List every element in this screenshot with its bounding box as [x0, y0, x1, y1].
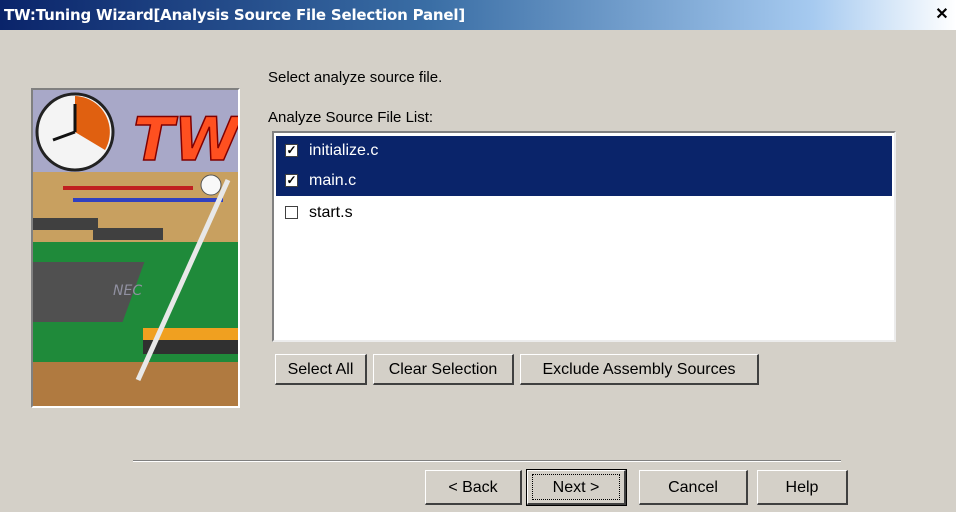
file-name: initialize.c — [309, 142, 379, 159]
back-button[interactable]: < Back — [425, 470, 522, 505]
clear-selection-label: Clear Selection — [388, 361, 498, 378]
list-item[interactable]: ✓ initialize.c — [276, 136, 892, 166]
circuit-board-illustration: TW NEC — [33, 90, 238, 406]
instruction-text: Select analyze source file. — [268, 69, 443, 86]
next-button[interactable]: Next > — [526, 469, 627, 506]
select-all-button[interactable]: Select All — [275, 354, 367, 385]
source-file-list[interactable]: ✓ initialize.c ✓ main.c start.s — [272, 131, 896, 342]
file-name: main.c — [309, 172, 357, 189]
back-label: < Back — [448, 479, 498, 496]
exclude-assembly-sources-button[interactable]: Exclude Assembly Sources — [520, 354, 759, 385]
focus-rectangle — [532, 474, 620, 500]
cancel-label: Cancel — [668, 479, 718, 496]
clear-selection-button[interactable]: Clear Selection — [373, 354, 514, 385]
svg-text:NEC: NEC — [113, 283, 142, 299]
title-bar: TW:Tuning Wizard[Analysis Source File Se… — [0, 0, 956, 30]
file-name: start.s — [309, 204, 353, 221]
file-checkbox[interactable]: ✓ — [285, 174, 298, 187]
exclude-assembly-sources-label: Exclude Assembly Sources — [542, 361, 736, 378]
cancel-button[interactable]: Cancel — [639, 470, 748, 505]
window-title: TW:Tuning Wizard[Analysis Source File Se… — [4, 6, 465, 24]
wizard-illustration: TW NEC — [31, 88, 240, 408]
close-button[interactable]: ✕ — [932, 6, 952, 24]
close-icon: ✕ — [935, 6, 949, 23]
select-all-label: Select All — [287, 361, 354, 378]
list-item[interactable]: ✓ main.c — [276, 166, 892, 196]
help-label: Help — [785, 479, 819, 496]
svg-text:TW: TW — [133, 105, 238, 175]
file-checkbox[interactable]: ✓ — [285, 144, 298, 157]
help-button[interactable]: Help — [757, 470, 848, 505]
list-item[interactable]: start.s — [276, 198, 892, 228]
file-list-label: Analyze Source File List: — [268, 109, 434, 126]
file-checkbox[interactable] — [285, 206, 298, 219]
footer-separator — [133, 460, 841, 462]
